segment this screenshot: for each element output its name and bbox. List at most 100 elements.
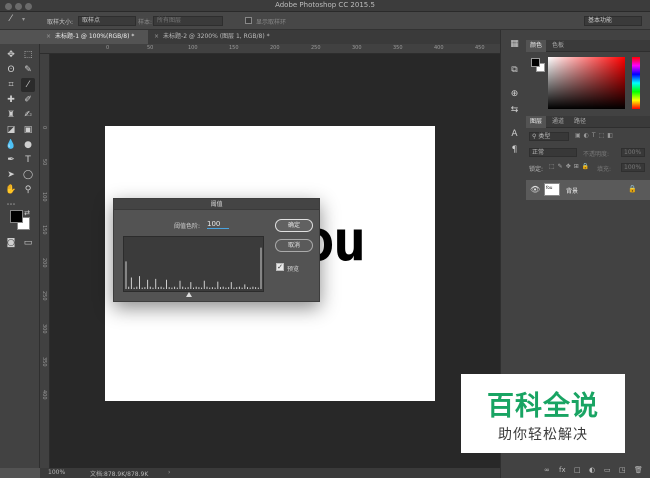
dialog-title[interactable]: 阈值: [114, 199, 319, 210]
tab-color[interactable]: 颜色: [526, 40, 547, 52]
layers-footer-icon[interactable]: ∞: [544, 466, 550, 474]
preview-label: 预览: [287, 266, 300, 273]
ellipse-tool-icon[interactable]: ◯: [21, 168, 35, 182]
history-brush-tool-icon[interactable]: ✍: [21, 108, 35, 122]
layers-footer-icon[interactable]: ◐: [589, 466, 595, 474]
healing-brush-tool-icon[interactable]: ✚: [4, 93, 18, 107]
tab-paths[interactable]: 路径: [570, 116, 590, 128]
threshold-slider-handle[interactable]: [185, 292, 192, 297]
tab-swatches[interactable]: 色板: [548, 40, 568, 52]
move-tool-icon[interactable]: ✥: [4, 48, 18, 62]
opacity-input[interactable]: 100%: [621, 148, 645, 157]
layer-name: 背景: [566, 188, 579, 195]
properties-panel-icon[interactable]: ⧉: [508, 64, 521, 77]
eyedropper-tool-icon[interactable]: ⁄: [21, 78, 35, 92]
threshold-histogram[interactable]: [123, 236, 264, 297]
foreground-color-swatch[interactable]: [10, 210, 23, 223]
sample-select[interactable]: 所有图层: [153, 16, 223, 26]
zoom-level[interactable]: 100%: [48, 469, 65, 476]
status-menu-icon[interactable]: ›: [168, 469, 170, 476]
hand-tool-icon[interactable]: ✋: [4, 183, 18, 197]
layers-footer-icon[interactable]: 🗑: [634, 466, 643, 474]
ruler-tick-label: 0: [41, 126, 47, 130]
ruler-vertical: 0 50 100 150 200 250 300 350 400: [40, 54, 50, 468]
brush-tool-icon[interactable]: ✐: [21, 93, 35, 107]
fill-label: 填充:: [597, 166, 612, 173]
color-foreground-swatch[interactable]: [531, 58, 540, 67]
eraser-tool-icon[interactable]: ◪: [4, 123, 18, 137]
quick-mask-icon[interactable]: ◙: [4, 236, 18, 250]
paragraph-panel-icon[interactable]: ¶: [508, 144, 521, 157]
watermark-subtitle: 助你轻松解决: [498, 427, 588, 443]
tab-layers[interactable]: 图层: [526, 116, 547, 128]
tab-document-1[interactable]: × 未标题-1 @ 100%(RGB/8) *: [40, 30, 148, 44]
dodge-tool-icon[interactable]: ●: [21, 138, 35, 152]
lasso-tool-icon[interactable]: ʘ: [4, 63, 18, 77]
adjustments-panel-icon[interactable]: ⊕: [508, 88, 521, 101]
path-selection-tool-icon[interactable]: ➤: [4, 168, 18, 182]
tab-channels[interactable]: 通道: [548, 116, 568, 128]
history-panel-icon[interactable]: ▦: [508, 38, 521, 51]
hue-slider[interactable]: [632, 57, 640, 109]
title-bar: Adobe Photoshop CC 2015.5: [0, 0, 650, 12]
crop-tool-icon[interactable]: ⌗: [4, 78, 18, 92]
tools-panel: ✥ ⬚ ʘ ✎ ⌗ ⁄ ✚ ✐ ♜ ✍ ◪ ▣ 💧 ● ✒ T ➤ ◯ ✋ ⚲ …: [0, 44, 40, 468]
ruler-horizontal: 0 50 100 150 200 250 300 350 400 450: [40, 44, 500, 54]
eyedropper-tool-icon[interactable]: ⁄: [10, 14, 12, 24]
close-tab-icon[interactable]: ×: [154, 33, 159, 40]
color-spectrum[interactable]: [548, 57, 625, 109]
ruler-tick-label: 450: [475, 45, 485, 51]
document-tabs: × 未标题-1 @ 100%(RGB/8) * × 未标题-2 @ 3200% (图…: [40, 30, 500, 44]
blur-tool-icon[interactable]: 💧: [4, 138, 18, 152]
lock-icon: 🔒: [628, 185, 637, 193]
ruler-tick-label: 200: [41, 258, 47, 268]
tab-document-2[interactable]: × 未标题-2 @ 3200% (图层 1, RGB/8) *: [148, 30, 318, 44]
close-tab-icon[interactable]: ×: [46, 33, 51, 40]
layer-kind-filter[interactable]: ⚲ 类型: [529, 132, 569, 141]
zoom-tool-icon[interactable]: ⚲: [21, 183, 35, 197]
color-panel-tabs: 颜色 色板: [526, 40, 650, 52]
show-ring-label: 显示取样环: [256, 19, 287, 26]
show-ring-checkbox[interactable]: [245, 17, 252, 24]
layer-kind-label: 类型: [538, 133, 551, 140]
layers-footer-icon[interactable]: ◳: [619, 466, 626, 474]
options-bar: ⁄ ▾ 取样大小: 取样点 样本: 所有图层 显示取样环 基本功能: [0, 12, 650, 30]
layers-panel-tabs: 图层 通道 路径: [526, 116, 650, 128]
character-panel-icon[interactable]: A: [508, 128, 521, 141]
ruler-tick-label: 300: [41, 324, 47, 334]
layers-footer-icon[interactable]: fx: [559, 466, 566, 474]
marquee-tool-icon[interactable]: ⬚: [21, 48, 35, 62]
lock-icons[interactable]: ⬚✎✥⊞🔒: [549, 163, 592, 170]
cancel-button[interactable]: 取消: [275, 239, 313, 252]
tool-preset-dropdown-icon[interactable]: ▾: [22, 16, 25, 23]
doc-size: 文档:878.9K/878.9K: [90, 471, 149, 478]
blend-mode-select[interactable]: 正常: [529, 148, 577, 157]
threshold-level-label: 阈值色阶:: [174, 223, 201, 230]
fill-input[interactable]: 100%: [621, 163, 645, 172]
filter-icons[interactable]: ▣◐T⬚◧: [575, 132, 616, 139]
watermark: 百科全说 助你轻松解决: [461, 374, 625, 453]
threshold-level-input[interactable]: [207, 219, 229, 229]
layer-row-background[interactable]: 👁 fou 背景 🔒: [526, 180, 650, 200]
gradient-tool-icon[interactable]: ▣: [21, 123, 35, 137]
screen-mode-icon[interactable]: ▭: [21, 236, 35, 250]
eye-icon[interactable]: 👁: [530, 185, 540, 194]
preview-checkbox[interactable]: ✓: [276, 263, 284, 271]
clone-stamp-tool-icon[interactable]: ♜: [4, 108, 18, 122]
type-tool-icon[interactable]: T: [21, 153, 35, 167]
watermark-title: 百科全说: [487, 391, 599, 422]
layer-thumbnail: fou: [544, 183, 560, 196]
pen-tool-icon[interactable]: ✒: [4, 153, 18, 167]
workspace-select[interactable]: 基本功能: [584, 16, 642, 26]
layers-footer-icon[interactable]: □: [574, 466, 581, 474]
app-title: Adobe Photoshop CC 2015.5: [275, 1, 375, 9]
sample-size-select[interactable]: 取样点: [78, 16, 136, 26]
layers-footer-icon[interactable]: ▭: [604, 466, 611, 474]
histogram-graph: [125, 247, 262, 289]
lock-row: 锁定: ⬚✎✥⊞🔒 填充: 100%: [529, 163, 647, 174]
ruler-tick-label: 250: [41, 291, 47, 301]
quick-select-tool-icon[interactable]: ✎: [21, 63, 35, 77]
libraries-panel-icon[interactable]: ⇆: [508, 104, 521, 117]
ok-button[interactable]: 确定: [275, 219, 313, 232]
ruler-tick-label: 350: [41, 357, 47, 367]
